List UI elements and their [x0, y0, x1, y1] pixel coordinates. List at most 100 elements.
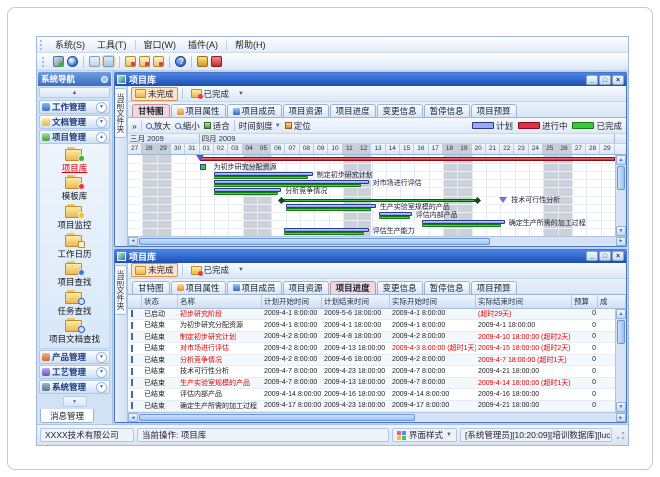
menu-system[interactable]: 系统(S): [49, 37, 91, 52]
current-folder-tab[interactable]: 当前文件夹: [115, 88, 127, 138]
unfinished-folder-button[interactable]: 未完成: [131, 87, 178, 101]
sidebar-item-project-doc-search[interactable]: 项目文档查找: [40, 317, 109, 346]
column-plan-end[interactable]: 计划结束时间: [322, 295, 390, 308]
tab-change-info[interactable]: 变更信息: [377, 281, 423, 294]
gantt-bar[interactable]: [200, 157, 615, 161]
scroll-left-icon[interactable]: ◄: [128, 237, 138, 246]
sidebar-item-project-library[interactable]: 项目库: [40, 146, 109, 175]
tab-project-members[interactable]: 项目成员: [227, 104, 282, 117]
chevron-down-icon[interactable]: ▼: [96, 102, 107, 113]
scroll-track[interactable]: [616, 345, 626, 403]
sidebar-group-craft-management[interactable]: 工艺管理▼: [39, 365, 110, 379]
help-icon[interactable]: [175, 56, 186, 67]
scroll-up-icon[interactable]: ▲: [616, 309, 626, 319]
tab-pause-info[interactable]: 暂停信息: [424, 104, 470, 117]
tab-project-members[interactable]: 项目成员: [227, 281, 282, 294]
menu-tools[interactable]: 工具(T): [91, 37, 133, 52]
gantt-bar[interactable]: [284, 232, 364, 235]
sidebar-group-product-management[interactable]: 产品管理▼: [39, 350, 110, 364]
more-tools-button[interactable]: »: [132, 121, 137, 131]
chevron-down-icon[interactable]: ▼: [235, 91, 247, 97]
column-plan-start[interactable]: 计划开始时间: [262, 295, 322, 308]
vertical-scrollbar[interactable]: ▲▼: [615, 155, 626, 236]
gantt-titlebar[interactable]: 项目库_□×: [115, 73, 626, 86]
sidebar-group-system-management[interactable]: 系统管理▼: [39, 380, 110, 394]
tab-project-properties[interactable]: 项目属性: [171, 104, 226, 117]
sidebar-item-project-search[interactable]: 项目查找: [40, 260, 109, 289]
gantt-bar[interactable]: [379, 216, 410, 219]
close-button[interactable]: ×: [612, 75, 624, 85]
tab-project-resources[interactable]: 项目资源: [283, 281, 329, 294]
column-actual-start[interactable]: 实际开始时间: [390, 295, 476, 308]
column-name[interactable]: 名称: [178, 295, 262, 308]
interface-style-button[interactable]: 界面样式 ▼: [392, 428, 457, 442]
tab-pause-info[interactable]: 暂停信息: [424, 281, 470, 294]
folder-icon[interactable]: [89, 56, 100, 67]
tab-gantt[interactable]: 甘特图: [132, 281, 170, 294]
sidebar-item-project-monitor[interactable]: 项目监控: [40, 203, 109, 232]
scrollbar-thumb[interactable]: [617, 320, 625, 344]
tab-project-progress[interactable]: 项目进度: [330, 281, 376, 294]
scrollbar-thumb[interactable]: [617, 166, 625, 190]
scroll-right-icon[interactable]: ►: [616, 413, 626, 422]
chevron-down-icon[interactable]: ▼: [96, 367, 107, 378]
maximize-button[interactable]: □: [599, 251, 611, 261]
gantt-bar[interactable]: [200, 164, 206, 170]
column-budget[interactable]: 预算: [572, 295, 598, 308]
current-folder-tab[interactable]: 当前文件夹: [115, 265, 127, 315]
scroll-up-icon[interactable]: ▲: [616, 155, 626, 165]
chevron-down-icon[interactable]: ▼: [96, 382, 107, 393]
scrollbar-thumb[interactable]: [139, 238, 490, 245]
menu-window[interactable]: 窗口(W): [138, 37, 183, 52]
sidebar-header[interactable]: 系统导航: [38, 72, 111, 86]
tab-project-properties[interactable]: 项目属性: [171, 281, 226, 294]
finished-folder-button[interactable]: 已完成: [187, 263, 234, 277]
menubar-handle[interactable]: [40, 40, 45, 50]
table-row[interactable]: 已结束评估内部产品2009-4-14 8:00:002009-4-16 18:0…: [128, 389, 615, 401]
zoom-out-button[interactable]: 缩小: [175, 120, 200, 132]
menu-help[interactable]: 帮助(H): [229, 37, 272, 52]
fit-button[interactable]: 适合: [204, 120, 230, 132]
scroll-right-icon[interactable]: ►: [616, 237, 626, 246]
sidebar-collapse-button[interactable]: ▲: [39, 87, 110, 98]
chevron-up-icon[interactable]: ▲: [96, 132, 107, 143]
gantt-bar[interactable]: [281, 199, 477, 202]
tab-gantt[interactable]: 甘特图: [132, 104, 170, 117]
table-row[interactable]: 已结束技术可行性分析2009-4-7 8:00:002009-4-23 18:0…: [128, 366, 615, 378]
gantt-bar[interactable]: [286, 208, 372, 211]
sidebar-group-project-management[interactable]: 项目管理▲: [39, 130, 110, 144]
tab-message-management[interactable]: 消息管理: [40, 409, 94, 423]
menu-plugin[interactable]: 插件(A): [182, 37, 224, 52]
scrollbar-thumb[interactable]: [139, 414, 415, 421]
zoom-in-button[interactable]: 放大: [146, 120, 171, 132]
minimize-button[interactable]: _: [586, 251, 598, 261]
scroll-down-icon[interactable]: ▼: [616, 226, 626, 236]
tab-project-resources[interactable]: 项目资源: [283, 104, 329, 117]
lock-icon[interactable]: [197, 56, 208, 67]
tab-change-info[interactable]: 变更信息: [377, 104, 423, 117]
pin-icon[interactable]: [101, 76, 108, 83]
locate-button[interactable]: 定位: [285, 120, 311, 132]
table-row[interactable]: 已启动初步研究阶段2009-4-1 8:00:002009-5-6 18:00:…: [128, 309, 615, 321]
horizontal-scrollbar[interactable]: ◄►: [128, 412, 626, 422]
gantt-bar[interactable]: [422, 224, 501, 227]
gantt-bar[interactable]: [214, 192, 278, 195]
tab-project-budget[interactable]: 项目预算: [471, 104, 517, 117]
chevron-down-icon[interactable]: ▼: [235, 267, 247, 273]
sidebar-group-work-management[interactable]: 工作管理▼: [39, 100, 110, 114]
column-cost[interactable]: 成: [598, 295, 626, 308]
mail-new-icon[interactable]: [153, 56, 164, 67]
table-row[interactable]: 已结束确定生产所需的加工过程2009-4-17 8:00:002009-4-23…: [128, 401, 615, 413]
scroll-track[interactable]: [416, 413, 616, 422]
table-row[interactable]: 已结束分析竞争情况2009-4-2 8:00:002009-4-6 18:00:…: [128, 355, 615, 367]
table-row[interactable]: 已结束生产实验室规模的产品2009-4-7 8:00:002009-4-13 1…: [128, 378, 615, 390]
scroll-left-icon[interactable]: ◄: [128, 413, 138, 422]
table-titlebar[interactable]: 项目库_□×: [115, 250, 626, 263]
maximize-button[interactable]: □: [599, 75, 611, 85]
sidebar-item-template-library[interactable]: 模板库: [40, 175, 109, 204]
column-status[interactable]: 状态: [142, 295, 178, 308]
table-row[interactable]: 已结束为初步研究分配资源2009-4-1 8:00:002009-4-1 18:…: [128, 320, 615, 332]
horizontal-scrollbar[interactable]: ◄►: [128, 236, 626, 246]
vertical-scrollbar[interactable]: ▲▼: [615, 309, 626, 413]
gantt-bar[interactable]: [214, 184, 361, 187]
